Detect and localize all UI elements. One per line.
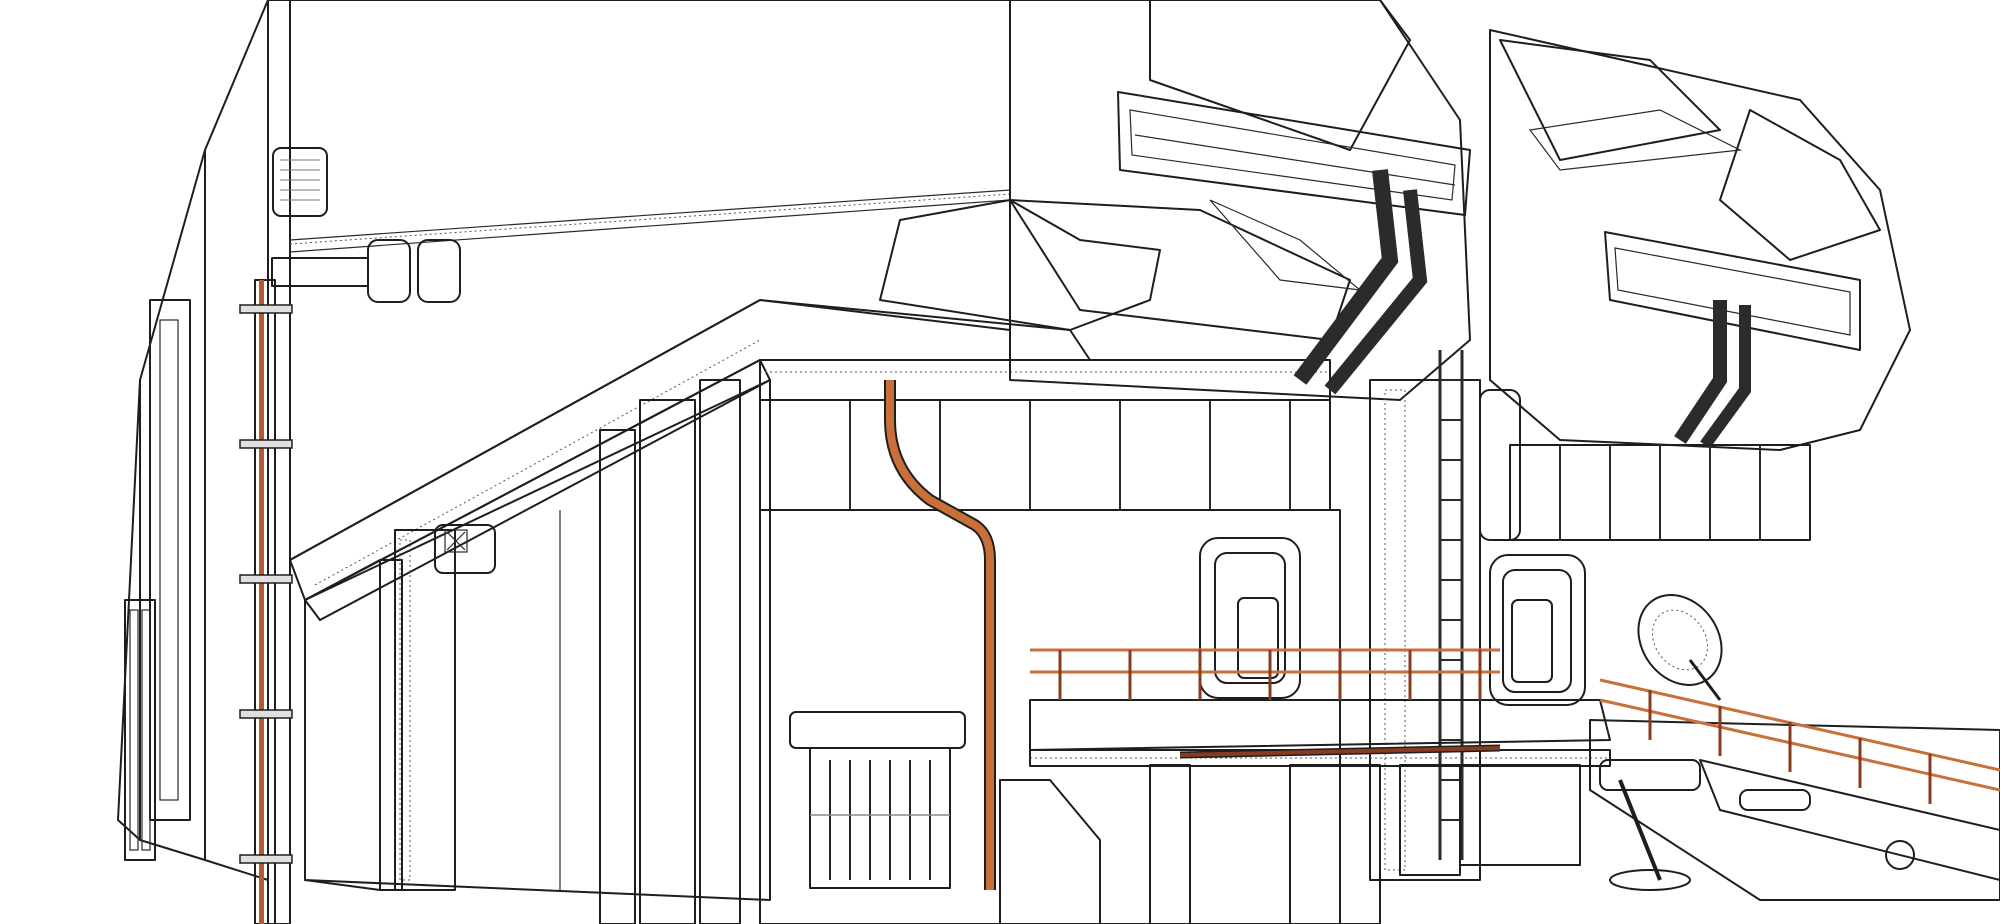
lower-left-block <box>304 379 771 924</box>
railing-icon <box>1030 648 1500 700</box>
side-rib-panels <box>124 299 191 861</box>
support-cylinder <box>394 529 456 891</box>
structure-drawing <box>117 0 2000 924</box>
ladder-icon <box>1438 350 1464 860</box>
sci-fi-structure-render <box>0 0 2000 924</box>
middle-tower <box>1369 350 1521 881</box>
center-lower-wall <box>759 380 1341 924</box>
stair-ramp <box>1589 678 2000 901</box>
left-tower-wall <box>117 0 291 924</box>
door-right <box>1489 554 1586 706</box>
walkway-deck <box>1029 699 1611 767</box>
door-icon <box>789 711 966 889</box>
door-left <box>1199 537 1301 699</box>
vent-grille-icon <box>272 147 328 217</box>
left-rust-pipe <box>239 279 293 924</box>
satellite-dish-icon <box>1637 594 1723 701</box>
deck-supports <box>1149 764 1581 924</box>
right-upper-module <box>1489 29 1911 541</box>
upper-overhang <box>879 0 1471 401</box>
